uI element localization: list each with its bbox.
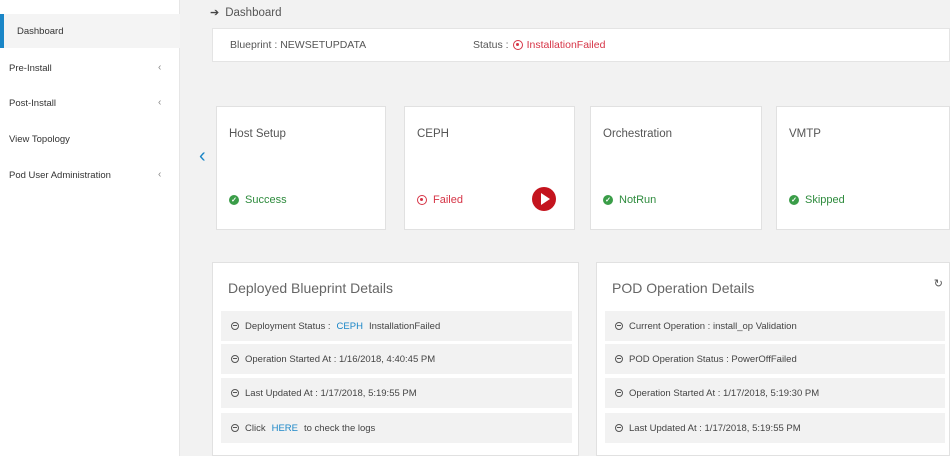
chevron-left-icon: ‹ bbox=[158, 169, 162, 180]
minus-circle-icon bbox=[615, 322, 623, 330]
step-title: VMTP bbox=[789, 128, 821, 140]
arrow-right-icon: ➔ bbox=[210, 7, 220, 19]
step-title: CEPH bbox=[417, 128, 449, 140]
collapse-chevron-icon[interactable]: ‹ bbox=[199, 146, 206, 166]
success-icon: ✓ bbox=[229, 195, 239, 205]
status-value: InstallationFailed bbox=[526, 39, 606, 51]
sidebar: Dashboard Pre-Install ‹ Post-Install ‹ V… bbox=[0, 0, 180, 456]
failed-icon bbox=[417, 195, 427, 205]
breadcrumb: ➔ Dashboard bbox=[210, 6, 282, 20]
step-status: ✓ NotRun bbox=[603, 194, 656, 206]
chevron-left-icon: ‹ bbox=[158, 62, 162, 73]
here-link[interactable]: HERE bbox=[272, 423, 298, 434]
minus-circle-icon bbox=[231, 389, 239, 397]
operation-started-row: Operation Started At : 1/17/2018, 5:19:3… bbox=[605, 378, 945, 408]
step-card-ceph: CEPH Failed bbox=[404, 106, 575, 230]
row-label: Click bbox=[245, 422, 266, 434]
last-updated-row: Last Updated At : 1/17/2018, 5:19:55 PM bbox=[605, 413, 945, 443]
step-status-label: Skipped bbox=[805, 194, 845, 206]
panel-title: Deployed Blueprint Details bbox=[228, 280, 393, 296]
minus-circle-icon bbox=[231, 424, 239, 432]
pod-operation-status-row: POD Operation Status : PowerOffFailed bbox=[605, 344, 945, 374]
step-status: ✓ Success bbox=[229, 194, 287, 206]
blueprint-status: Status : InstallationFailed bbox=[473, 39, 605, 51]
step-status-label: Failed bbox=[433, 194, 463, 206]
logs-row: Click HERE to check the logs bbox=[221, 413, 572, 443]
sidebar-item-view-topology[interactable]: View Topology bbox=[0, 122, 180, 156]
minus-circle-icon bbox=[615, 355, 623, 363]
row-label: Current Operation : install_op Validatio… bbox=[629, 320, 797, 332]
blueprint-name: Blueprint : NEWSETUPDATA bbox=[230, 39, 367, 51]
row-label: Last Updated At : 1/17/2018, 5:19:55 PM bbox=[245, 387, 417, 399]
deployment-status-row: Deployment Status : CEPH InstallationFai… bbox=[221, 311, 572, 341]
step-status-label: Success bbox=[245, 194, 287, 206]
pod-operation-panel: POD Operation Details ↻ Current Operatio… bbox=[596, 262, 950, 456]
sidebar-item-label: Pod User Administration bbox=[9, 169, 111, 181]
row-label: Operation Started At : 1/17/2018, 5:19:3… bbox=[629, 387, 820, 399]
panel-title: POD Operation Details bbox=[612, 280, 755, 296]
row-label: Last Updated At : 1/17/2018, 5:19:55 PM bbox=[629, 422, 801, 434]
play-icon[interactable] bbox=[532, 187, 556, 211]
sidebar-item-pre-install[interactable]: Pre-Install ‹ bbox=[0, 51, 180, 85]
step-card-orchestration: Orchestration ✓ NotRun bbox=[590, 106, 762, 230]
deployed-blueprint-panel: Deployed Blueprint Details Deployment St… bbox=[212, 262, 579, 456]
step-status-label: NotRun bbox=[619, 194, 657, 206]
row-label: Operation Started At : 1/16/2018, 4:40:4… bbox=[245, 353, 436, 365]
sidebar-item-label: View Topology bbox=[9, 133, 70, 145]
last-updated-row: Last Updated At : 1/17/2018, 5:19:55 PM bbox=[221, 378, 572, 408]
step-status: Failed bbox=[417, 194, 463, 206]
sidebar-item-label: Pre-Install bbox=[9, 62, 52, 74]
blueprint-bar: Blueprint : NEWSETUPDATA Status : Instal… bbox=[212, 28, 950, 62]
row-value: InstallationFailed bbox=[368, 320, 441, 332]
sidebar-item-label: Post-Install bbox=[9, 97, 56, 109]
minus-circle-icon bbox=[615, 424, 623, 432]
row-label: POD Operation Status : PowerOffFailed bbox=[629, 353, 797, 365]
sidebar-item-post-install[interactable]: Post-Install ‹ bbox=[0, 86, 180, 120]
step-title: Host Setup bbox=[229, 128, 286, 140]
status-label: Status : bbox=[473, 39, 509, 51]
step-status: ✓ Skipped bbox=[789, 194, 845, 206]
minus-circle-icon bbox=[231, 355, 239, 363]
row-value: to check the logs bbox=[304, 422, 376, 434]
operation-started-row: Operation Started At : 1/16/2018, 4:40:4… bbox=[221, 344, 572, 374]
step-card-host-setup: Host Setup ✓ Success bbox=[216, 106, 386, 230]
success-icon: ✓ bbox=[789, 195, 799, 205]
sidebar-item-dashboard[interactable]: Dashboard bbox=[0, 14, 180, 48]
sidebar-item-label: Dashboard bbox=[17, 25, 64, 37]
current-operation-row: Current Operation : install_op Validatio… bbox=[605, 311, 945, 341]
ceph-link[interactable]: CEPH bbox=[337, 321, 363, 332]
failed-icon bbox=[512, 40, 523, 50]
success-icon: ✓ bbox=[603, 195, 613, 205]
sidebar-item-pod-user-administration[interactable]: Pod User Administration ‹ bbox=[0, 158, 180, 192]
minus-circle-icon bbox=[231, 322, 239, 330]
chevron-left-icon: ‹ bbox=[158, 97, 162, 108]
breadcrumb-label: Dashboard bbox=[225, 6, 282, 19]
minus-circle-icon bbox=[615, 389, 623, 397]
step-title: Orchestration bbox=[603, 128, 673, 140]
row-label: Deployment Status : bbox=[245, 320, 331, 332]
refresh-icon[interactable]: ↻ bbox=[934, 277, 943, 290]
step-card-vmtp: VMTP ✓ Skipped bbox=[776, 106, 950, 230]
